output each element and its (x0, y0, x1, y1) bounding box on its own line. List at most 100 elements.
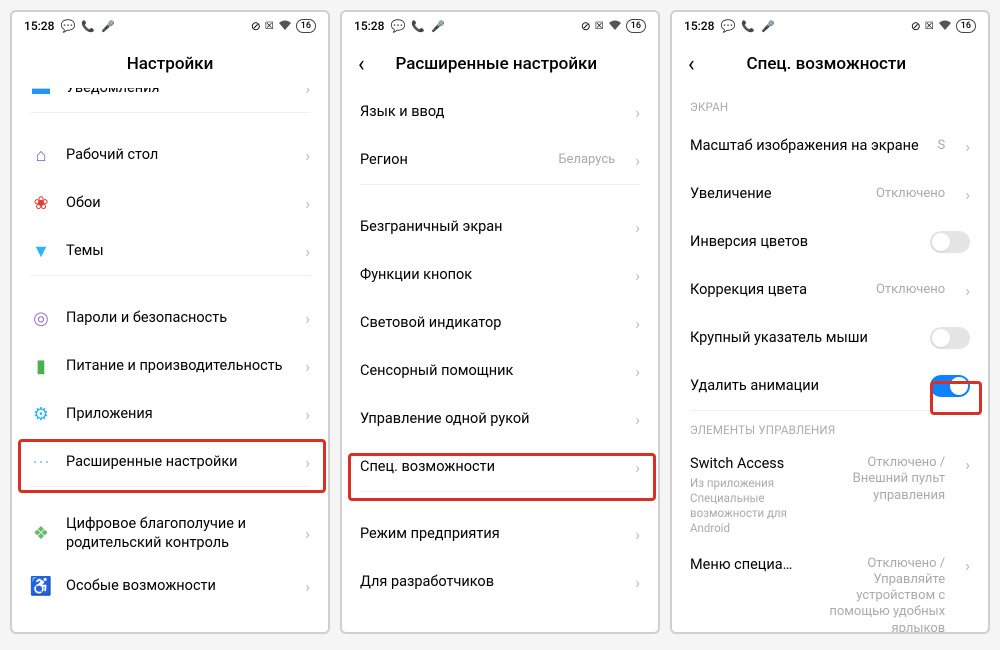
wellbeing-icon: ❖ (30, 523, 52, 545)
row-enterprise-mode[interactable]: Режим предприятия › (342, 510, 658, 558)
row-label: Регион (360, 151, 544, 170)
notifications-icon: ▬ (30, 88, 52, 99)
chevron-right-icon: › (635, 218, 640, 237)
row-advanced-settings[interactable]: ⋯ Расширенные настройки › (12, 438, 328, 486)
row-remove-animations[interactable]: Удалить анимации (672, 362, 988, 410)
phone-icon: 📞 (741, 20, 755, 33)
row-button-functions[interactable]: Функции кнопок › (342, 251, 658, 299)
row-accessibility-menu[interactable]: Меню специальных во… Отключено / Управля… (672, 546, 988, 632)
row-wallpaper[interactable]: ❀ Обои › (12, 179, 328, 227)
row-label: Уведомления (66, 88, 291, 97)
row-developer-options[interactable]: Для разработчиков › (342, 558, 658, 606)
row-display-size[interactable]: Масштаб изображения на экране S › (672, 122, 988, 170)
apps-icon: ⚙ (30, 403, 52, 425)
row-switch-access[interactable]: Switch Access Из приложения Специальные … (672, 445, 988, 546)
toggle-color-inversion[interactable] (930, 231, 970, 253)
row-fullscreen-display[interactable]: Безграничный экран › (342, 203, 658, 251)
row-accessibility[interactable]: ♿ Особые возможности › (12, 563, 328, 611)
phone-icon: 📞 (411, 20, 425, 33)
header: Настройки (12, 40, 328, 88)
row-value: Беларусь (558, 152, 615, 168)
back-button[interactable]: ‹ (688, 52, 695, 77)
row-quick-ball[interactable]: Сенсорный помощник › (342, 347, 658, 395)
toggle-remove-animations[interactable] (930, 375, 970, 397)
section-screen: ЭКРАН (672, 88, 988, 122)
row-notifications[interactable]: ▬ Уведомления › (12, 88, 328, 112)
row-label: Световой индикатор (360, 314, 621, 333)
home-icon: ⌂ (30, 144, 52, 166)
row-battery-perf[interactable]: ▮ Питание и производительность › (12, 342, 328, 390)
row-label: Особые возможности (66, 577, 291, 596)
row-label: Меню специальных во… (690, 556, 796, 575)
row-label: Цифровое благополучие и родительский кон… (66, 515, 291, 553)
accessibility-icon: ♿ (30, 576, 52, 598)
row-label: Безграничный экран (360, 218, 621, 237)
themes-icon: ▼ (30, 240, 52, 262)
chevron-right-icon: › (305, 577, 310, 596)
status-time: 15:28 (24, 19, 54, 33)
chevron-right-icon: › (305, 146, 310, 165)
row-label: Питание и производительность (66, 357, 291, 376)
back-button[interactable]: ‹ (358, 52, 365, 77)
battery-indicator: 16 (626, 19, 646, 33)
row-label: Спец. возможности (360, 458, 621, 477)
row-apps[interactable]: ⚙ Приложения › (12, 390, 328, 438)
chevron-right-icon: › (635, 314, 640, 333)
advanced-settings-list[interactable]: Язык и ввод › Регион Беларусь › Безграни… (342, 88, 658, 632)
chevron-right-icon: › (965, 455, 970, 474)
row-label: Расширенные настройки (66, 453, 291, 472)
row-label: Темы (66, 242, 291, 261)
row-home-screen[interactable]: ⌂ Рабочий стол › (12, 131, 328, 179)
row-color-correction[interactable]: Коррекция цвета Отключено › (672, 266, 988, 314)
chevron-right-icon: › (965, 556, 970, 575)
battery-indicator: 16 (296, 19, 316, 33)
row-value: Отключено (876, 282, 945, 298)
row-label: Пароли и безопасность (66, 309, 291, 328)
row-value: Отключено (876, 186, 945, 202)
row-one-handed-mode[interactable]: Управление одной рукой › (342, 395, 658, 443)
row-label: Язык и ввод (360, 103, 621, 122)
row-passwords-security[interactable]: ◎ Пароли и безопасность › (12, 294, 328, 342)
vibrate-icon: ☒ (925, 21, 934, 32)
row-led-indicator[interactable]: Световой индикатор › (342, 299, 658, 347)
chevron-right-icon: › (635, 362, 640, 381)
vibrate-icon: ☒ (595, 21, 604, 32)
row-magnification[interactable]: Увеличение Отключено › (672, 170, 988, 218)
row-language-input[interactable]: Язык и ввод › (342, 88, 658, 136)
row-themes[interactable]: ▼ Темы › (12, 227, 328, 275)
mic-icon: 🎤 (101, 20, 115, 33)
row-label: Удалить анимации (690, 377, 916, 396)
row-label: Рабочий стол (66, 146, 291, 165)
chevron-right-icon: › (635, 410, 640, 429)
page-title: Расширенные настройки (373, 54, 620, 74)
settings-list[interactable]: ▬ Уведомления › ⌂ Рабочий стол › ❀ Обои … (12, 88, 328, 632)
row-subtitle: Из приложения Специальные возможности дл… (690, 476, 811, 536)
chat-icon: 💬 (390, 19, 405, 33)
chevron-right-icon: › (635, 266, 640, 285)
row-large-mouse-pointer[interactable]: Крупный указатель мыши (672, 314, 988, 362)
chevron-right-icon: › (305, 88, 310, 98)
row-label: Управление одной рукой (360, 410, 621, 429)
row-label: Приложения (66, 405, 291, 424)
security-icon: ◎ (30, 307, 52, 329)
toggle-large-pointer[interactable] (930, 327, 970, 349)
row-label: Крупный указатель мыши (690, 329, 916, 348)
phone-settings: 15:28 💬 📞 🎤 ⊘ ☒ 16 Настройки ▬ Уведомлен… (10, 10, 330, 634)
accessibility-list[interactable]: ЭКРАН Масштаб изображения на экране S › … (672, 88, 988, 632)
row-digital-wellbeing[interactable]: ❖ Цифровое благополучие и родительский к… (12, 505, 328, 563)
row-value: Отключено / Управляйте устройством с пом… (810, 556, 945, 632)
more-icon: ⋯ (30, 451, 52, 473)
header: ‹ Расширенные настройки (342, 40, 658, 88)
row-label: Функции кнопок (360, 266, 621, 285)
row-color-inversion[interactable]: Инверсия цветов (672, 218, 988, 266)
chevron-right-icon: › (305, 524, 310, 543)
row-label: Коррекция цвета (690, 281, 862, 300)
phone-accessibility: 15:28 💬 📞 🎤 ⊘ ☒ 16 ‹ Спец. возможности Э… (670, 10, 990, 634)
chevron-right-icon: › (635, 525, 640, 544)
row-region[interactable]: Регион Беларусь › (342, 136, 658, 184)
page-title: Настройки (127, 54, 214, 74)
wifi-icon (278, 20, 292, 32)
status-bar: 15:28 💬 📞 🎤 ⊘ ☒ 16 (672, 12, 988, 40)
status-bar: 15:28 💬 📞 🎤 ⊘ ☒ 16 (342, 12, 658, 40)
row-accessibility[interactable]: Спец. возможности › (342, 443, 658, 491)
